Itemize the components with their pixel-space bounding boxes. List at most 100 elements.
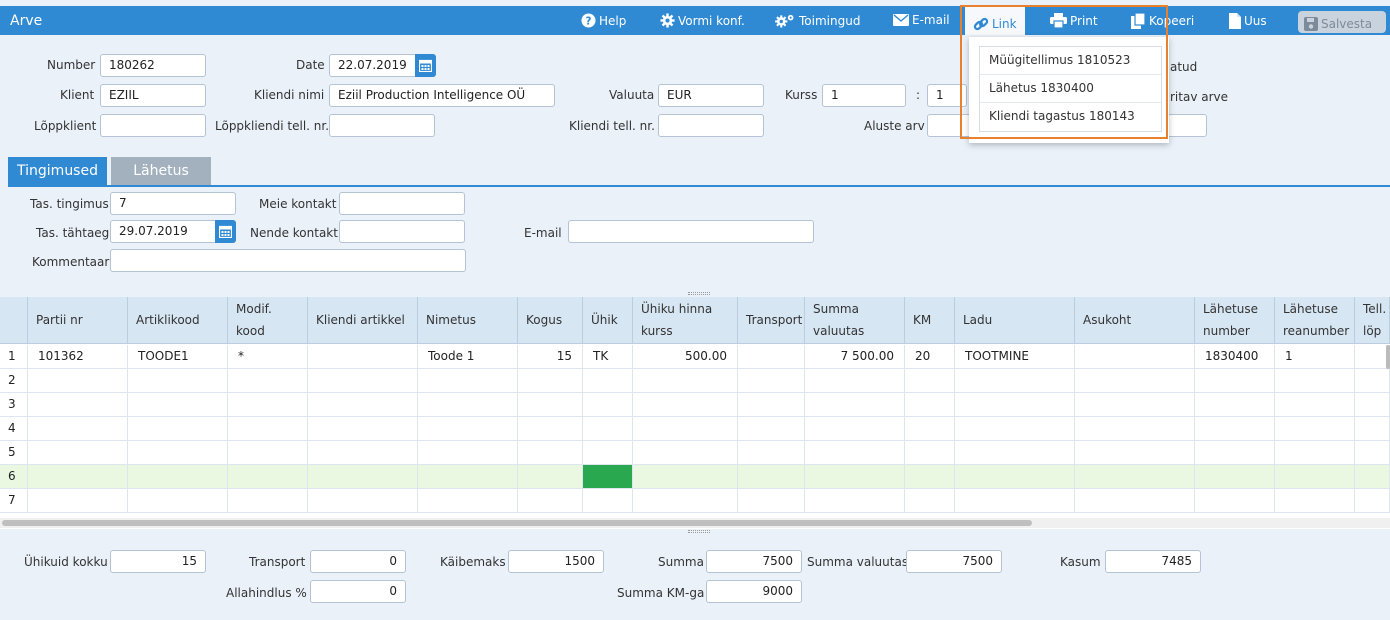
- splitter-handle-top[interactable]: [688, 292, 710, 295]
- grid-cell-client-article[interactable]: [308, 369, 418, 393]
- grid-cell-quantity[interactable]: [518, 489, 583, 513]
- link-button[interactable]: Link: [965, 6, 1025, 35]
- grid-cell-vat[interactable]: [905, 369, 955, 393]
- link-menu-item-shipment[interactable]: Lähetus 1830400: [980, 75, 1161, 103]
- grid-cell-article-code[interactable]: [128, 417, 228, 441]
- grid-cell-unit[interactable]: [583, 465, 633, 489]
- column-header-unit[interactable]: Ühik: [583, 297, 633, 344]
- column-header-order-end[interactable]: Tell. löp: [1355, 297, 1390, 344]
- grid-cell-vat[interactable]: [905, 489, 955, 513]
- grid-cell-batch[interactable]: [28, 393, 128, 417]
- grid-cell-shipment-row[interactable]: [1275, 465, 1355, 489]
- grid-cell-unit-price[interactable]: [633, 489, 738, 513]
- grid-cell-quantity[interactable]: [518, 417, 583, 441]
- grid-cell-modif-code[interactable]: [228, 369, 308, 393]
- grid-cell-sum-currency[interactable]: [805, 393, 905, 417]
- rate-input[interactable]: 1: [822, 84, 906, 107]
- grid-cell-batch[interactable]: [28, 489, 128, 513]
- number-input[interactable]: 180262: [100, 54, 206, 77]
- due-date-picker-button[interactable]: [215, 220, 236, 243]
- grid-cell-unit[interactable]: [583, 393, 633, 417]
- units-total-field[interactable]: 15: [110, 550, 206, 573]
- date-input[interactable]: 22.07.2019: [329, 54, 417, 77]
- grid-cell-shipment-row[interactable]: [1275, 417, 1355, 441]
- grid-cell-batch[interactable]: 101362: [28, 345, 128, 369]
- grid-cell-name[interactable]: [418, 441, 518, 465]
- grid-cell-article-code[interactable]: [128, 465, 228, 489]
- grid-cell-unit-price[interactable]: [633, 441, 738, 465]
- grid-cell-modif-code[interactable]: [228, 393, 308, 417]
- grid-cell-shipment-number[interactable]: [1195, 417, 1275, 441]
- grid-cell-transport[interactable]: [738, 369, 805, 393]
- grid-cell-order-end[interactable]: [1355, 369, 1390, 393]
- grid-cell-warehouse[interactable]: [955, 489, 1075, 513]
- actions-button[interactable]: Toimingud: [774, 13, 860, 28]
- grid-cell-article-code[interactable]: [128, 393, 228, 417]
- grid-cell-location[interactable]: [1075, 417, 1195, 441]
- grid-cell-modif-code[interactable]: [228, 465, 308, 489]
- grid-cell-shipment-number[interactable]: [1195, 489, 1275, 513]
- client-name-input[interactable]: Eziil Production Intelligence OÜ: [329, 84, 555, 107]
- splitter-handle-bottom[interactable]: [688, 530, 710, 533]
- column-header-batch[interactable]: Partii nr: [28, 297, 128, 344]
- grid-cell-client-article[interactable]: [308, 393, 418, 417]
- their-contact-input[interactable]: [339, 220, 465, 243]
- grid-cell-order-end[interactable]: [1355, 417, 1390, 441]
- grid-cell-unit-price[interactable]: [633, 417, 738, 441]
- grid-cell-order-end[interactable]: [1355, 441, 1390, 465]
- print-button[interactable]: Print: [1050, 13, 1098, 28]
- grid-cell-unit[interactable]: [583, 417, 633, 441]
- grid-cell-batch[interactable]: [28, 369, 128, 393]
- new-button[interactable]: Uus: [1229, 13, 1267, 29]
- column-header-quantity[interactable]: Kogus: [518, 297, 583, 344]
- column-header-modif-code[interactable]: Modif. kood: [228, 297, 308, 344]
- grid-cell-modif-code[interactable]: [228, 441, 308, 465]
- grid-cell-order-end[interactable]: [1355, 489, 1390, 513]
- grid-cell-shipment-row[interactable]: [1275, 369, 1355, 393]
- grid-cell-order-end[interactable]: [1355, 345, 1390, 369]
- end-client-order-input[interactable]: [329, 114, 435, 137]
- copy-button[interactable]: Kopeeri: [1131, 13, 1194, 29]
- grid-cell-article-code[interactable]: [128, 369, 228, 393]
- grid-cell-sum-currency[interactable]: [805, 489, 905, 513]
- grid-cell-article-code[interactable]: [128, 441, 228, 465]
- grid-cell-order-end[interactable]: [1355, 393, 1390, 417]
- sum-field[interactable]: 7500: [706, 550, 802, 573]
- grid-cell-warehouse[interactable]: [955, 417, 1075, 441]
- column-header-name[interactable]: Nimetus: [418, 297, 518, 344]
- column-header-client-article[interactable]: Kliendi artikkel: [308, 297, 418, 344]
- grid-cell-transport[interactable]: [738, 465, 805, 489]
- grid-cell-transport[interactable]: [738, 345, 805, 369]
- comment-input[interactable]: [110, 249, 466, 272]
- grid-cell-vat[interactable]: [905, 465, 955, 489]
- grid-cell-unit-price[interactable]: 500.00: [633, 345, 738, 369]
- grid-cell-vat[interactable]: 20: [905, 345, 955, 369]
- discount-field[interactable]: 0: [310, 580, 406, 603]
- grid-cell-sum-currency[interactable]: 7 500.00: [805, 345, 905, 369]
- grid-cell-quantity[interactable]: [518, 393, 583, 417]
- help-button[interactable]: ? Help: [581, 13, 626, 28]
- column-header-location[interactable]: Asukoht: [1075, 297, 1195, 344]
- grid-cell-unit-price[interactable]: [633, 465, 738, 489]
- grid-cell-client-article[interactable]: [308, 345, 418, 369]
- horizontal-scrollbar[interactable]: [0, 518, 1390, 528]
- grid-cell-name[interactable]: [418, 369, 518, 393]
- grid-cell-batch[interactable]: [28, 417, 128, 441]
- vat-field[interactable]: 1500: [508, 550, 604, 573]
- grid-cell-transport[interactable]: [738, 393, 805, 417]
- grid-cell-client-article[interactable]: [308, 417, 418, 441]
- grid-cell-location[interactable]: [1075, 441, 1195, 465]
- grid-cell-name[interactable]: Toode 1: [418, 345, 518, 369]
- grid-cell-quantity[interactable]: [518, 441, 583, 465]
- payment-terms-input[interactable]: 7: [110, 192, 236, 215]
- client-input[interactable]: EZIIL: [100, 84, 206, 107]
- grid-cell-location[interactable]: [1075, 393, 1195, 417]
- due-date-input[interactable]: 29.07.2019: [110, 220, 216, 243]
- sum-vat-field[interactable]: 9000: [706, 580, 802, 603]
- grid-cell-warehouse[interactable]: TOOTMINE: [955, 345, 1075, 369]
- grid-cell-shipment-row[interactable]: [1275, 441, 1355, 465]
- email-field[interactable]: [568, 220, 814, 243]
- link-menu-item-sales-order[interactable]: Müügitellimus 1810523: [980, 47, 1161, 75]
- grid-cell-modif-code[interactable]: [228, 489, 308, 513]
- grid-cell-modif-code[interactable]: [228, 417, 308, 441]
